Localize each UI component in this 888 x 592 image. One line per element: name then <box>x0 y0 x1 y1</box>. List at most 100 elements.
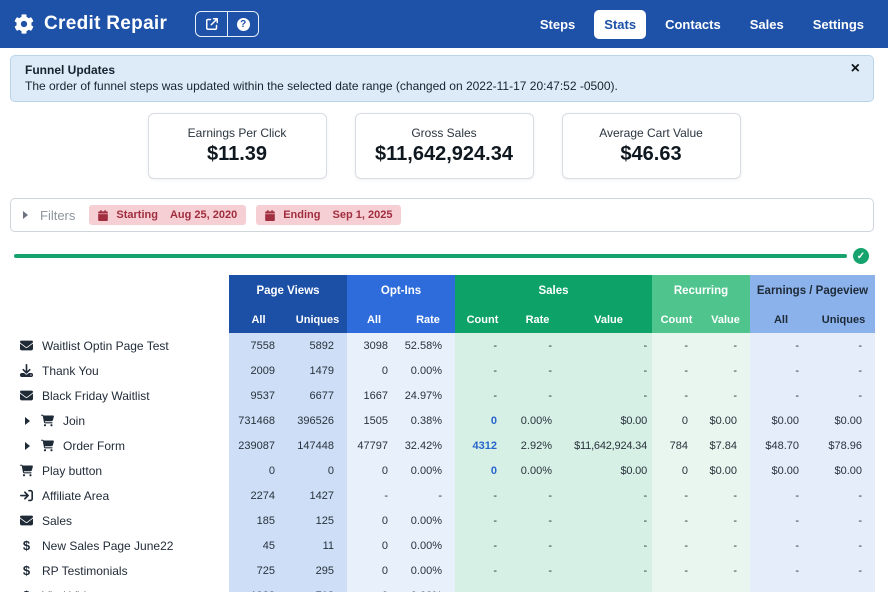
cell: 45 <box>229 533 288 558</box>
cell: - <box>750 483 812 508</box>
cell[interactable]: 0 <box>455 408 510 433</box>
funnel-step-label: RP Testimonials <box>42 564 128 578</box>
tab-settings[interactable]: Settings <box>803 10 874 39</box>
cell: - <box>565 558 652 583</box>
funnel-step-label: New Sales Page June22 <box>42 539 173 553</box>
funnel-step-label: Waitlist Optin Page Test <box>42 339 169 353</box>
cell: 718 <box>288 583 347 592</box>
external-link-icon <box>206 18 218 30</box>
funnel-step-name[interactable]: Order Form <box>0 433 229 458</box>
table-row: Play button0000.00%00.00%$0.000$0.00$0.0… <box>0 458 875 483</box>
cell: - <box>701 358 750 383</box>
cell[interactable]: 0 <box>455 458 510 483</box>
table-row: Sales18512500.00%------- <box>0 508 875 533</box>
stat-card-gross-sales: Gross Sales$11,642,924.34 <box>355 113 534 179</box>
open-funnel-button[interactable] <box>196 12 227 36</box>
cell: - <box>812 508 875 533</box>
ending-date-badge[interactable]: EndingSep 1, 2025 <box>256 205 401 225</box>
tab-sales[interactable]: Sales <box>740 10 794 39</box>
cell: - <box>812 583 875 592</box>
cell: 2274 <box>229 483 288 508</box>
funnel-step-label: Viral Video <box>42 589 100 592</box>
nav-tabs: Steps Stats Contacts Sales Settings <box>530 10 874 39</box>
filter-badges: StartingAug 25, 2020 EndingSep 1, 2025 <box>89 205 401 225</box>
cell: 0 <box>652 408 701 433</box>
cell: - <box>510 558 565 583</box>
funnel-step-name: $Viral Video <box>0 583 229 592</box>
tab-contacts[interactable]: Contacts <box>655 10 731 39</box>
table-row: Affiliate Area22741427--------- <box>0 483 875 508</box>
cell: $0.00 <box>701 408 750 433</box>
cell: 0 <box>347 508 401 533</box>
cell: $0.00 <box>812 458 875 483</box>
table-group-header: Page ViewsOpt-InsSalesRecurringEarnings … <box>0 275 875 307</box>
cell: 1479 <box>288 358 347 383</box>
cell: 239087 <box>229 433 288 458</box>
cell: - <box>455 508 510 533</box>
cell: $0.00 <box>701 458 750 483</box>
dollar-icon: $ <box>20 563 33 578</box>
column-group-page-views: Page Views <box>229 275 347 307</box>
cell: - <box>455 383 510 408</box>
cell: 9537 <box>229 383 288 408</box>
cell: - <box>750 533 812 558</box>
stat-card-value: $46.63 <box>620 143 681 166</box>
column-group-earnings-pageview: Earnings / Pageview <box>750 275 875 307</box>
cell: - <box>701 333 750 358</box>
cell: - <box>750 508 812 533</box>
alert-title: Funnel Updates <box>25 63 837 77</box>
funnel-step-name: Sales <box>0 508 229 533</box>
tab-stats[interactable]: Stats <box>594 10 646 39</box>
table-row: Waitlist Optin Page Test75585892309852.5… <box>0 333 875 358</box>
filters-bar: Filters StartingAug 25, 2020 EndingSep 1,… <box>10 198 874 232</box>
cell: 185 <box>229 508 288 533</box>
progress-bar <box>14 254 847 258</box>
cell: - <box>455 583 510 592</box>
cell: 0.00% <box>401 458 455 483</box>
cell: - <box>565 333 652 358</box>
cell: $0.00 <box>565 408 652 433</box>
stat-card-value: $11,642,924.34 <box>375 143 513 166</box>
cell: 0.00% <box>401 533 455 558</box>
funnel-step-name[interactable]: Join <box>0 408 229 433</box>
cell: 731468 <box>229 408 288 433</box>
cell: - <box>701 583 750 592</box>
cell: 725 <box>229 558 288 583</box>
funnel-stats-table: Page ViewsOpt-InsSalesRecurringEarnings … <box>0 275 875 592</box>
filters-toggle[interactable]: Filters <box>23 208 75 223</box>
sub-column-header: Rate <box>401 307 455 333</box>
starting-date-badge[interactable]: StartingAug 25, 2020 <box>89 205 246 225</box>
cell: $78.96 <box>812 433 875 458</box>
brand: Credit Repair <box>14 13 167 35</box>
cell: - <box>750 333 812 358</box>
funnel-step-name: Play button <box>0 458 229 483</box>
help-button[interactable]: ? <box>227 12 258 36</box>
stat-cards: Earnings Per Click$11.39Gross Sales$11,6… <box>0 113 888 179</box>
cell[interactable]: 4312 <box>455 433 510 458</box>
caret-right-icon <box>23 211 28 219</box>
sub-column-header: Rate <box>510 307 565 333</box>
sub-column-header: Count <box>652 307 701 333</box>
tab-steps[interactable]: Steps <box>530 10 585 39</box>
cell: - <box>510 333 565 358</box>
cell: 1988 <box>229 583 288 592</box>
download-icon <box>20 364 33 377</box>
cell: 52.58% <box>401 333 455 358</box>
cell: $0.00 <box>812 408 875 433</box>
funnel-step-name: Black Friday Waitlist <box>0 383 229 408</box>
cell: 0.00% <box>510 408 565 433</box>
cell: - <box>652 483 701 508</box>
funnel-step-label: Play button <box>42 464 102 478</box>
close-icon[interactable]: × <box>851 61 860 77</box>
sub-column-header: Count <box>455 307 510 333</box>
column-group-sales: Sales <box>455 275 652 307</box>
cell: - <box>455 333 510 358</box>
cell: - <box>812 333 875 358</box>
funnel-step-label: Affiliate Area <box>42 489 109 503</box>
cell: - <box>510 358 565 383</box>
alert-message: The order of funnel steps was updated wi… <box>25 79 837 93</box>
cell: 3098 <box>347 333 401 358</box>
sub-column-header: Value <box>701 307 750 333</box>
cell: - <box>812 533 875 558</box>
cell: 396526 <box>288 408 347 433</box>
